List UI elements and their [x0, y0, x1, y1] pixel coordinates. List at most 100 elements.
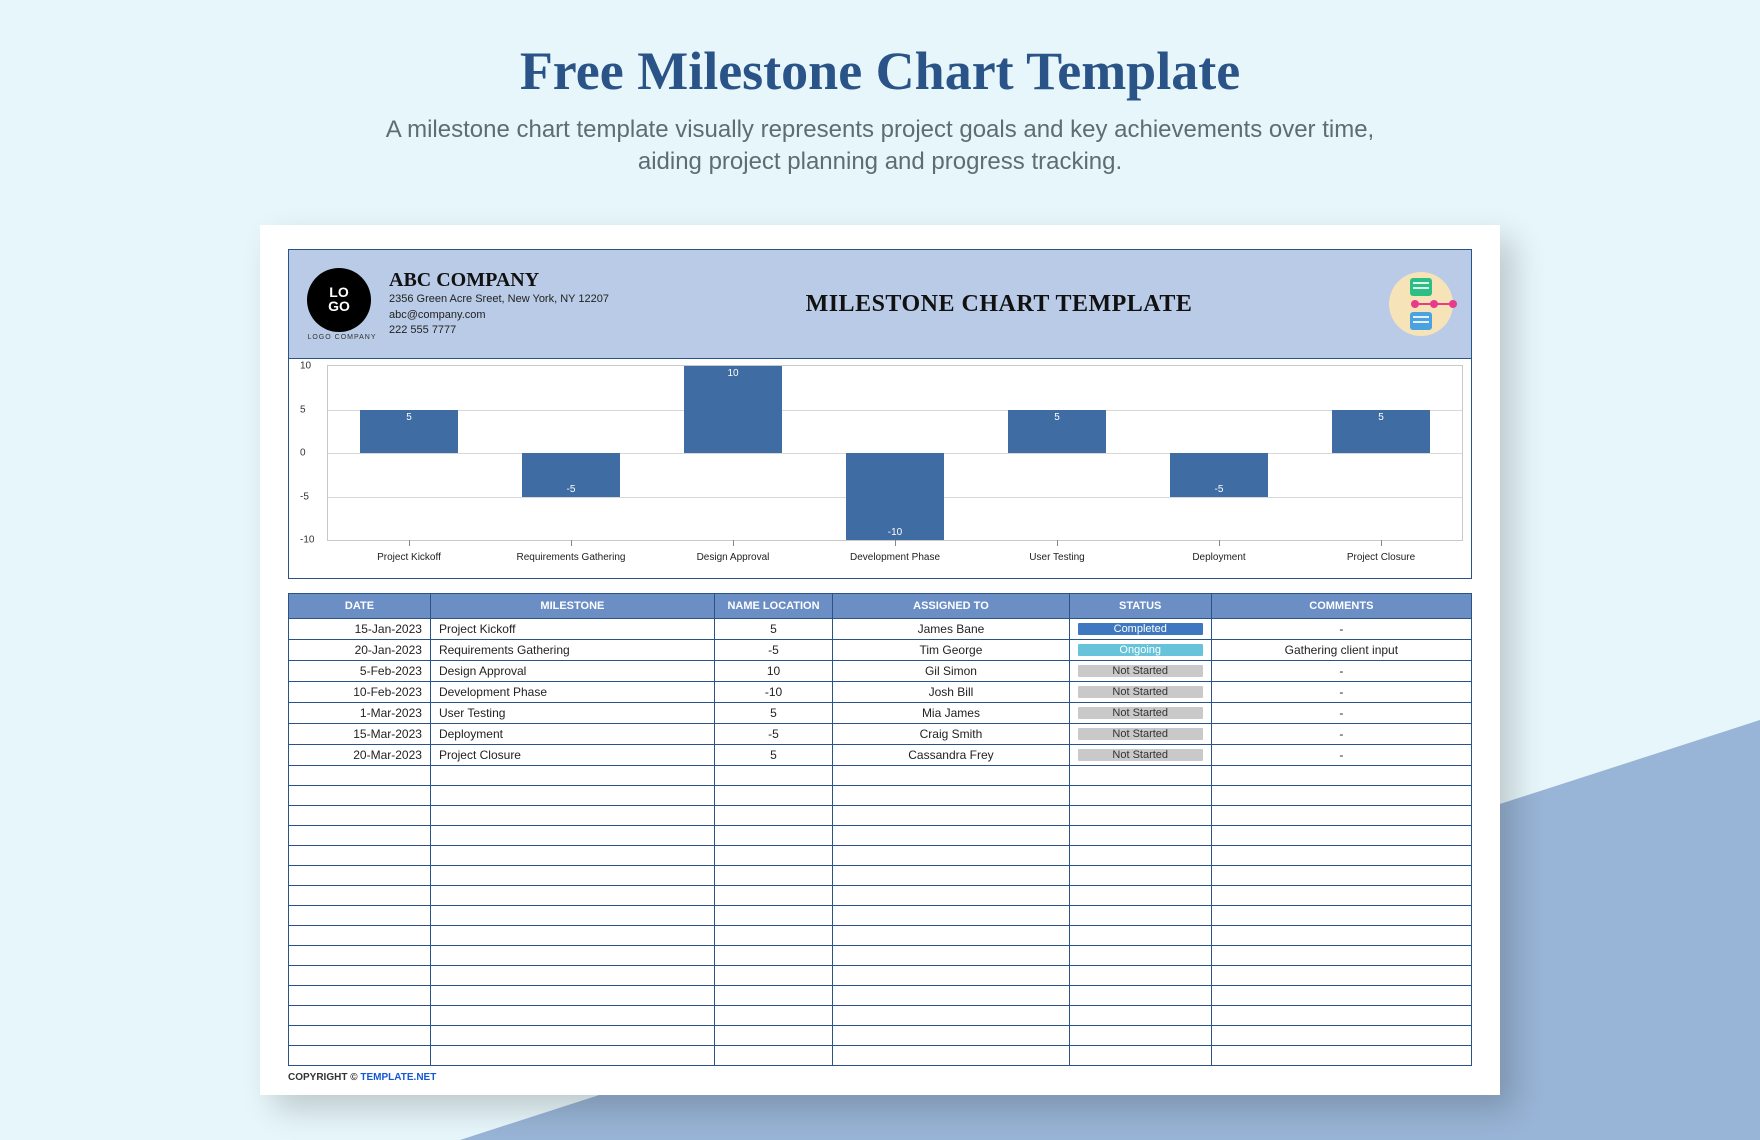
table-row: 20-Mar-2023Project Closure5Cassandra Fre…: [289, 745, 1472, 766]
chart-bar-label: 10: [684, 368, 781, 379]
table-row-empty: [289, 886, 1472, 906]
table-row-empty: [289, 846, 1472, 866]
table-row-empty: [289, 786, 1472, 806]
logo-block: LO GO LOGO COMPANY: [307, 268, 377, 341]
table-row: 15-Mar-2023Deployment-5Craig Smith Not St…: [289, 724, 1472, 745]
cell-milestone: Deployment: [430, 724, 714, 745]
cell-assigned: Cassandra Frey: [833, 745, 1070, 766]
company-info: ABC COMPANY 2356 Green Acre Sreet, New Y…: [389, 269, 609, 340]
cell-location: 5: [714, 703, 832, 724]
cell-status: Not Started: [1069, 682, 1211, 703]
table-row-empty: [289, 866, 1472, 886]
cell-assigned: Tim George: [833, 640, 1070, 661]
cell-comments: -: [1211, 661, 1471, 682]
cell-date: 20-Mar-2023: [289, 745, 431, 766]
cell-location: 10: [714, 661, 832, 682]
cell-comments: -: [1211, 745, 1471, 766]
cell-comments: -: [1211, 724, 1471, 745]
table-row: 15-Jan-2023Project Kickoff5James Bane Com…: [289, 619, 1472, 640]
status-badge: Completed: [1078, 623, 1203, 635]
cell-milestone: Design Approval: [430, 661, 714, 682]
milestone-icon: [1389, 272, 1453, 336]
table-row-empty: [289, 806, 1472, 826]
document-title: MILESTONE CHART TEMPLATE: [609, 291, 1389, 318]
chart-bar-label: 5: [360, 412, 457, 423]
table-row-empty: [289, 1046, 1472, 1066]
chart-bar: -10: [846, 453, 943, 540]
cell-location: -5: [714, 640, 832, 661]
cell-assigned: Craig Smith: [833, 724, 1070, 745]
chart-xlabel: Project Closure: [1300, 552, 1462, 563]
chart-bar-label: -5: [522, 484, 619, 495]
cell-location: 5: [714, 619, 832, 640]
cell-date: 1-Mar-2023: [289, 703, 431, 724]
status-badge: Ongoing: [1078, 644, 1203, 656]
status-badge: Not Started: [1078, 728, 1203, 740]
company-address: 2356 Green Acre Sreet, New York, NY 1220…: [389, 292, 609, 308]
chart-bar: 10: [684, 366, 781, 453]
table-header: DATE: [289, 594, 431, 619]
logo-caption: LOGO COMPANY: [307, 334, 377, 341]
table-header: COMMENTS: [1211, 594, 1471, 619]
chart-bar: 5: [360, 410, 457, 454]
cell-date: 20-Jan-2023: [289, 640, 431, 661]
chart-ytick: 0: [300, 448, 306, 459]
chart-bar: 5: [1008, 410, 1105, 454]
table-header: STATUS: [1069, 594, 1211, 619]
cell-milestone: Development Phase: [430, 682, 714, 703]
cell-date: 15-Jan-2023: [289, 619, 431, 640]
table-row-empty: [289, 826, 1472, 846]
cell-comments: Gathering client input: [1211, 640, 1471, 661]
page-subtitle: A milestone chart template visually repr…: [355, 114, 1405, 179]
cell-location: -5: [714, 724, 832, 745]
cell-assigned: Mia James: [833, 703, 1070, 724]
page-title: Free Milestone Chart Template: [0, 0, 1760, 102]
cell-assigned: Gil Simon: [833, 661, 1070, 682]
cell-status: Not Started: [1069, 745, 1211, 766]
cell-milestone: Project Kickoff: [430, 619, 714, 640]
cell-comments: -: [1211, 703, 1471, 724]
table-row-empty: [289, 966, 1472, 986]
cell-assigned: James Bane: [833, 619, 1070, 640]
table-header: ASSIGNED TO: [833, 594, 1070, 619]
cell-status: Completed: [1069, 619, 1211, 640]
company-logo-icon: LO GO: [307, 268, 371, 332]
table-row-empty: [289, 1006, 1472, 1026]
cell-assigned: Josh Bill: [833, 682, 1070, 703]
chart-xlabel: Design Approval: [652, 552, 814, 563]
table-row-empty: [289, 1026, 1472, 1046]
status-badge: Not Started: [1078, 707, 1203, 719]
cell-milestone: User Testing: [430, 703, 714, 724]
cell-date: 5-Feb-2023: [289, 661, 431, 682]
milestone-table: DATEMILESTONENAME LOCATIONASSIGNED TOSTA…: [288, 593, 1472, 1066]
chart-ytick: -5: [300, 491, 309, 502]
cell-comments: -: [1211, 619, 1471, 640]
copyright-label: COPYRIGHT ©: [288, 1072, 358, 1083]
company-name: ABC COMPANY: [389, 269, 609, 292]
copyright-footer: COPYRIGHT © TEMPLATE.NET: [288, 1072, 1472, 1083]
cell-status: Not Started: [1069, 661, 1211, 682]
milestone-chart: -10-505105Project Kickoff-5Requirements …: [288, 359, 1472, 579]
table-row-empty: [289, 766, 1472, 786]
chart-ytick: 5: [300, 404, 306, 415]
chart-xlabel: User Testing: [976, 552, 1138, 563]
table-row-empty: [289, 986, 1472, 1006]
document-header: LO GO LOGO COMPANY ABC COMPANY 2356 Gree…: [288, 249, 1472, 359]
table-row: 5-Feb-2023Design Approval10Gil Simon Not …: [289, 661, 1472, 682]
company-email: abc@company.com: [389, 308, 609, 324]
chart-xlabel: Requirements Gathering: [490, 552, 652, 563]
chart-bar: -5: [1170, 453, 1267, 497]
chart-xlabel: Development Phase: [814, 552, 976, 563]
cell-date: 15-Mar-2023: [289, 724, 431, 745]
cell-status: Not Started: [1069, 724, 1211, 745]
table-row: 20-Jan-2023Requirements Gathering-5Tim G…: [289, 640, 1472, 661]
status-badge: Not Started: [1078, 749, 1203, 761]
cell-status: Ongoing: [1069, 640, 1211, 661]
cell-location: 5: [714, 745, 832, 766]
template-document: LO GO LOGO COMPANY ABC COMPANY 2356 Gree…: [260, 225, 1500, 1095]
cell-milestone: Project Closure: [430, 745, 714, 766]
template-link[interactable]: TEMPLATE.NET: [360, 1072, 436, 1083]
chart-xlabel: Deployment: [1138, 552, 1300, 563]
status-badge: Not Started: [1078, 665, 1203, 677]
cell-comments: -: [1211, 682, 1471, 703]
